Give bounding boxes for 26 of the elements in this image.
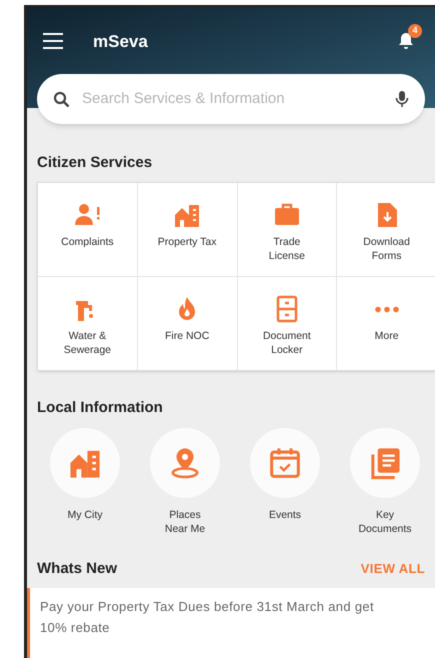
section-heading: Citizen Services xyxy=(37,152,154,172)
microphone-icon[interactable] xyxy=(395,90,409,108)
info-label: Places Near Me xyxy=(164,508,206,536)
service-tile[interactable]: Fire NOC xyxy=(138,277,236,370)
calendar-icon xyxy=(268,446,302,480)
menu-icon[interactable] xyxy=(43,33,63,49)
service-tile[interactable]: Water & Sewerage xyxy=(38,277,137,370)
service-tile[interactable]: Trade License xyxy=(238,183,336,276)
search-icon xyxy=(53,90,70,108)
news-card[interactable]: Pay your Property Tax Dues before 31st March and get 10% rebate xyxy=(27,588,435,658)
app-title: mSeva xyxy=(93,31,148,53)
search-field[interactable]: Search Services & Information xyxy=(37,74,425,124)
section-heading: Whats New xyxy=(37,558,118,578)
info-label: Events xyxy=(268,508,302,522)
service-tile[interactable]: Download Forms xyxy=(337,183,435,276)
info-label: Key Documents xyxy=(357,508,413,536)
service-tile[interactable]: More xyxy=(337,277,435,370)
more-icon xyxy=(372,304,401,314)
service-tile[interactable]: Document Locker xyxy=(238,277,336,370)
bell-icon[interactable] xyxy=(397,31,415,51)
notification-badge: 4 xyxy=(408,24,422,38)
section-heading: Local Information xyxy=(37,398,164,418)
news-text: Pay your Property Tax Dues before 31st March and get 10% rebate xyxy=(40,598,375,637)
service-tile[interactable]: Property Tax xyxy=(138,183,236,276)
service-tile[interactable]: Complaints xyxy=(38,183,137,276)
info-label: My City xyxy=(66,508,104,522)
